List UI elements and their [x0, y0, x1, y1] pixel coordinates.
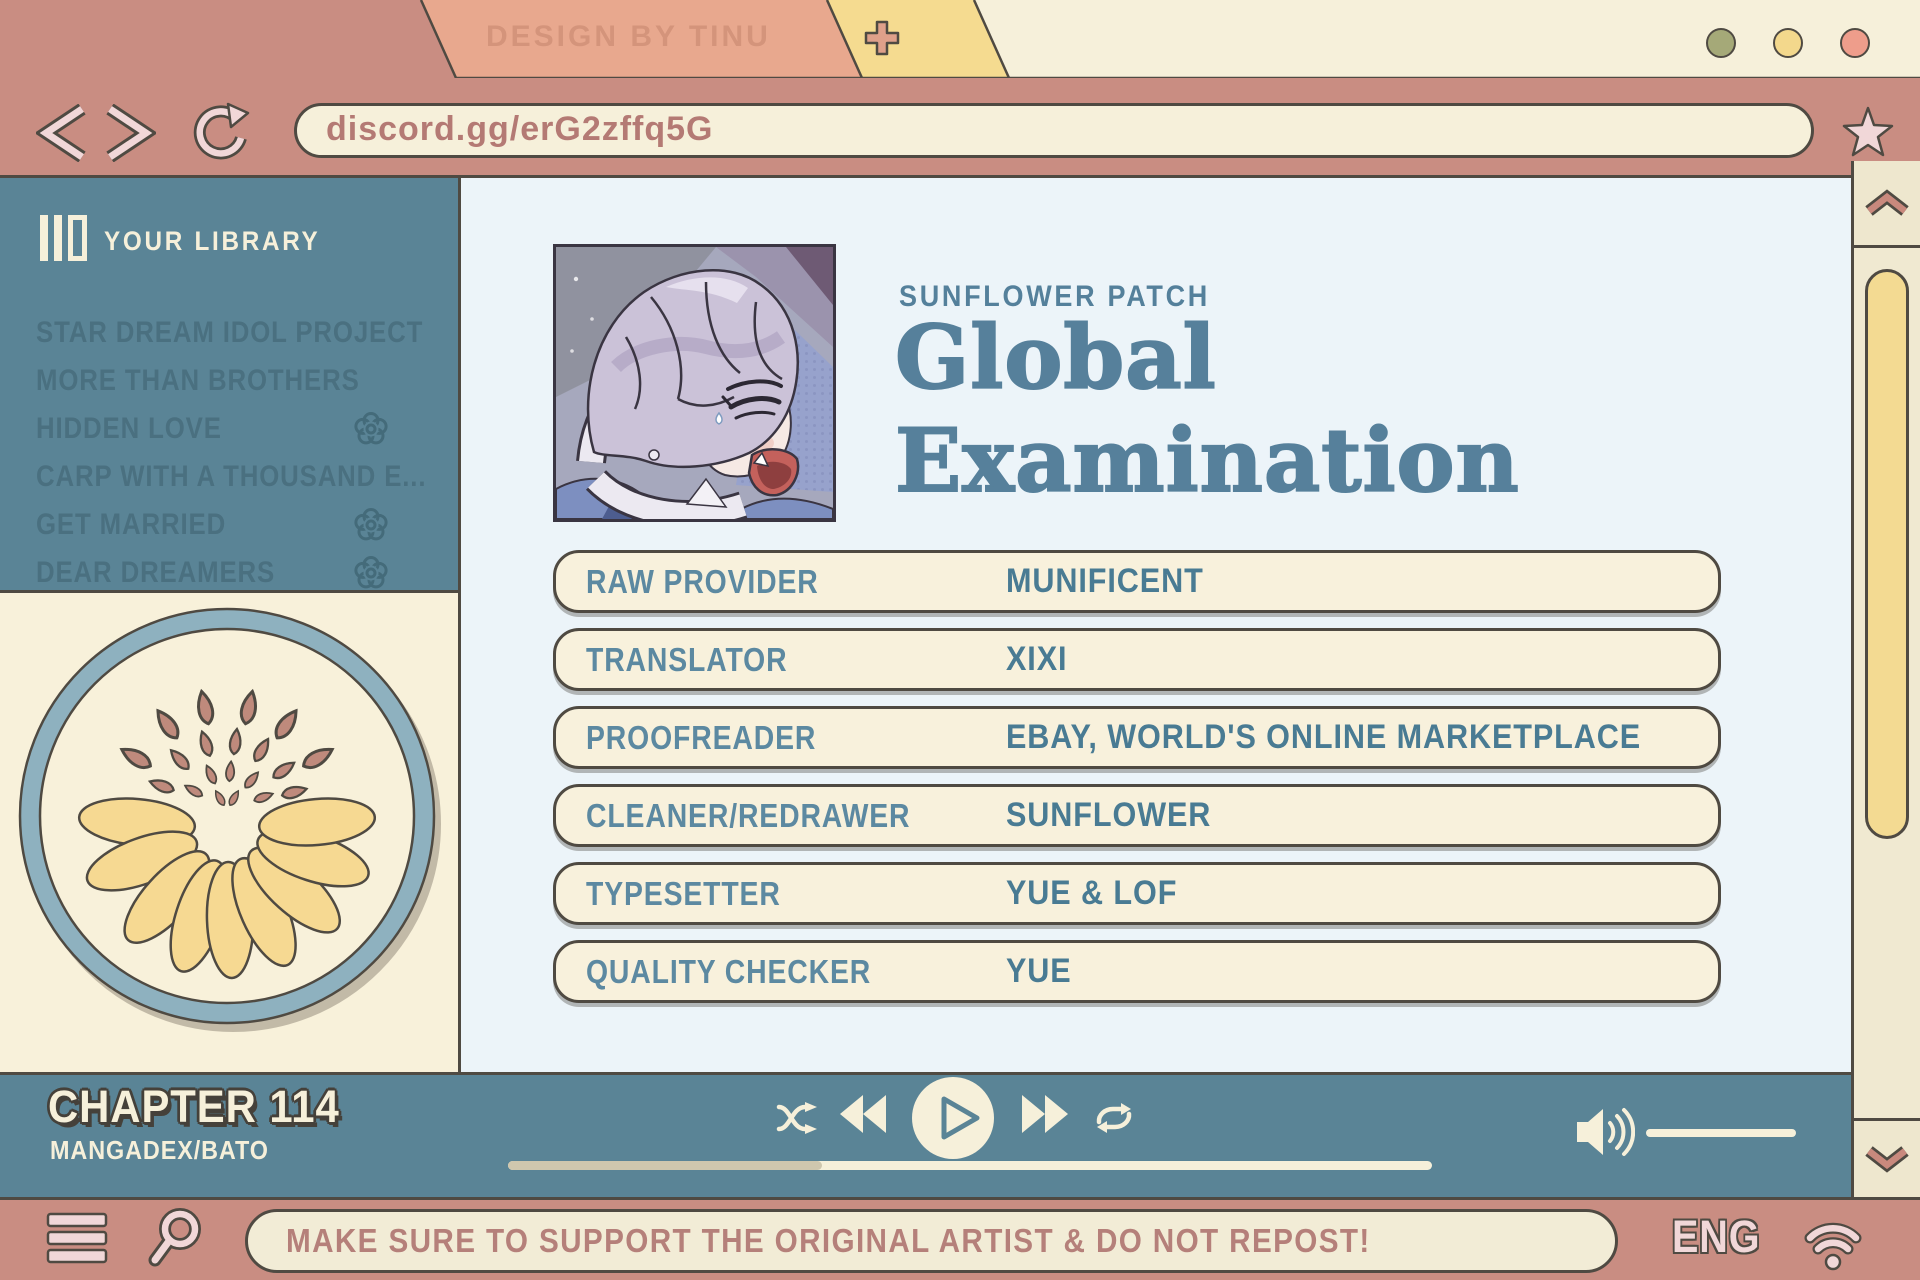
credit-row-raw-provider: RAW PROVIDER MUNIFICENT [553, 550, 1721, 613]
volume-fill [1646, 1129, 1796, 1137]
bookmark-star-icon[interactable] [1840, 106, 1896, 160]
sidebar-item-label: GET MARRIED [36, 508, 227, 541]
credit-row-translator: TRANSLATOR XIXI [553, 628, 1721, 691]
tab-watermark-label: DESIGN BY TINU [486, 20, 771, 53]
window-close-button[interactable] [1840, 28, 1870, 58]
credit-role: CLEANER/REDRAWER [586, 797, 911, 834]
library-icon [40, 215, 87, 261]
sidebar-item-hidden-love[interactable]: HIDDEN LOVE [0, 409, 458, 449]
bottom-bar: MAKE SURE TO SUPPORT THE ORIGINAL ARTIST… [0, 1197, 1920, 1280]
credit-name: EBAY, WORLD'S ONLINE MARKETPLACE [1006, 718, 1642, 756]
sidebar-item-label: MORE THAN BROTHERS [36, 364, 360, 397]
sidebar-item-star-dream-idol-project[interactable]: STAR DREAM IDOL PROJECT [0, 313, 458, 353]
volume-slider[interactable] [1646, 1129, 1796, 1137]
credit-row-cleaner-redrawer: CLEANER/REDRAWER SUNFLOWER [553, 784, 1721, 847]
language-label[interactable]: ENG [1672, 1211, 1760, 1263]
credit-row-quality-checker: QUALITY CHECKER YUE [553, 940, 1721, 1003]
play-button[interactable] [909, 1075, 997, 1163]
menu-hamburger-icon[interactable] [46, 1212, 110, 1266]
credit-row-proofreader: PROOFREADER EBAY, WORLD'S ONLINE MARKETP… [553, 706, 1721, 769]
scrollbar-thumb[interactable] [1865, 269, 1909, 839]
footer-message-pill: MAKE SURE TO SUPPORT THE ORIGINAL ARTIST… [245, 1209, 1618, 1273]
nav-history-buttons [36, 104, 156, 162]
sidebar-item-label: DEAR DREAMERS [36, 556, 276, 589]
credit-name: XIXI [1006, 640, 1068, 678]
scroll-down-button[interactable] [1854, 1118, 1920, 1197]
scrollbar[interactable] [1851, 161, 1920, 1197]
progress-bar[interactable] [508, 1161, 1432, 1170]
sidebar-item-label: STAR DREAM IDOL PROJECT [36, 316, 424, 349]
cover-image [553, 244, 836, 522]
scroll-up-button[interactable] [1854, 161, 1920, 248]
volume-icon[interactable] [1577, 1105, 1635, 1159]
library-title: YOUR LIBRARY [104, 226, 321, 256]
rewind-icon[interactable] [838, 1093, 888, 1135]
window-maximize-button[interactable] [1773, 28, 1803, 58]
chapter-title: CHAPTER 114 [48, 1081, 340, 1132]
window-minimize-button[interactable] [1706, 28, 1736, 58]
shuffle-icon[interactable] [776, 1099, 822, 1137]
progress-fill [508, 1161, 823, 1170]
settings-flower-icon[interactable] [353, 507, 389, 543]
credit-role: QUALITY CHECKER [586, 953, 872, 990]
credit-name: YUE & LOF [1006, 874, 1178, 912]
sidebar-item-label: HIDDEN LOVE [36, 412, 222, 445]
main-content: SUNFLOWER PATCH Global Examination RAW P… [461, 178, 1851, 1072]
footer-message: MAKE SURE TO SUPPORT THE ORIGINAL ARTIST… [286, 1222, 1371, 1259]
credit-name: SUNFLOWER [1006, 796, 1212, 834]
refresh-icon[interactable] [190, 102, 254, 164]
credit-name: YUE [1006, 952, 1072, 990]
credit-role: PROOFREADER [586, 719, 817, 756]
search-icon[interactable] [146, 1206, 206, 1270]
settings-flower-icon[interactable] [353, 411, 389, 447]
app-window: DESIGN BY TINU discord.gg/erG2zffq5G YOU… [0, 0, 1920, 1280]
sidebar-item-label: CARP WITH A THOUSAND E... [36, 460, 427, 493]
series-title: Global Examination [894, 305, 1520, 513]
sidebar-item-get-married[interactable]: GET MARRIED [0, 505, 458, 545]
player-bar: CHAPTER 114 MANGADEX/BATO [0, 1072, 1851, 1197]
credit-row-typesetter: TYPESETTER YUE & LOF [553, 862, 1721, 925]
sunflower-logo [18, 607, 441, 1032]
fast-forward-icon[interactable] [1020, 1093, 1070, 1135]
credit-role: TYPESETTER [586, 875, 781, 912]
repeat-icon[interactable] [1092, 1099, 1136, 1137]
credit-role: TRANSLATOR [586, 641, 788, 678]
settings-flower-icon[interactable] [353, 555, 389, 591]
tab-strip [419, 0, 1920, 80]
url-text[interactable]: discord.gg/erG2zffq5G [326, 110, 714, 149]
chevron-down-icon [1865, 1146, 1909, 1173]
chapter-sources: MANGADEX/BATO [50, 1135, 269, 1165]
sidebar-item-more-than-brothers[interactable]: MORE THAN BROTHERS [0, 361, 458, 401]
sidebar-item-carp-with-a-thousand-e[interactable]: CARP WITH A THOUSAND E... [0, 457, 458, 497]
credit-name: MUNIFICENT [1006, 562, 1204, 600]
credit-role: RAW PROVIDER [586, 563, 819, 600]
wifi-icon [1804, 1222, 1862, 1271]
chevron-up-icon [1865, 189, 1909, 216]
sidebar-item-dear-dreamers[interactable]: DEAR DREAMERS [0, 553, 458, 593]
